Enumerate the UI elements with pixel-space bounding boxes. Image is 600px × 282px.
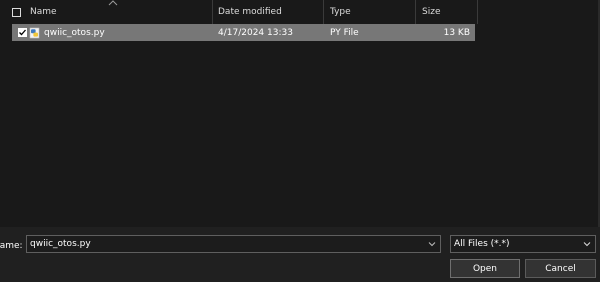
file-type-filter-value: All Files (*.*) [454, 239, 510, 249]
column-divider[interactable] [212, 0, 213, 24]
column-type-label: Type [330, 7, 351, 17]
column-divider[interactable] [415, 0, 416, 24]
column-date-modified[interactable]: Date modified [218, 0, 323, 24]
cancel-button[interactable]: Cancel [525, 259, 596, 278]
file-list[interactable]: Name Date modified Type Size qwiic_otos.… [0, 0, 600, 227]
column-name[interactable]: Name [30, 0, 212, 24]
column-divider[interactable] [323, 0, 324, 24]
chevron-down-icon[interactable] [583, 241, 591, 247]
select-all-checkbox[interactable] [12, 7, 21, 17]
file-date-modified: 4/17/2024 13:33 [218, 27, 293, 38]
column-date-modified-label: Date modified [218, 7, 282, 17]
row-checkbox[interactable] [18, 28, 27, 37]
column-size-label: Size [422, 7, 441, 17]
column-size[interactable]: Size [422, 0, 477, 24]
column-name-label: Name [30, 7, 57, 17]
file-name-label: name: [0, 241, 23, 251]
column-type[interactable]: Type [330, 0, 415, 24]
check-icon [19, 29, 26, 36]
python-file-icon [29, 24, 41, 41]
file-open-dialog: Name Date modified Type Size qwiic_otos.… [0, 0, 600, 282]
open-button[interactable]: Open [450, 259, 520, 278]
file-type-filter[interactable]: All Files (*.*) [450, 235, 596, 253]
chevron-down-icon[interactable] [428, 241, 436, 247]
row-checkbox-cell [18, 24, 27, 41]
file-name-input[interactable]: qwiic_otos.py [26, 235, 441, 253]
column-divider[interactable] [477, 0, 478, 24]
file-name-value: qwiic_otos.py [30, 239, 91, 249]
file-type: PY File [330, 27, 359, 38]
file-row[interactable]: qwiic_otos.py 4/17/2024 13:33 PY File 13… [12, 24, 475, 41]
dialog-footer: name: qwiic_otos.py All Files (*.*) Open… [0, 227, 600, 282]
file-name: qwiic_otos.py [44, 27, 105, 38]
file-size: 13 KB [443, 27, 470, 38]
select-all-cell [12, 0, 28, 24]
column-header: Name Date modified Type Size [0, 0, 600, 24]
